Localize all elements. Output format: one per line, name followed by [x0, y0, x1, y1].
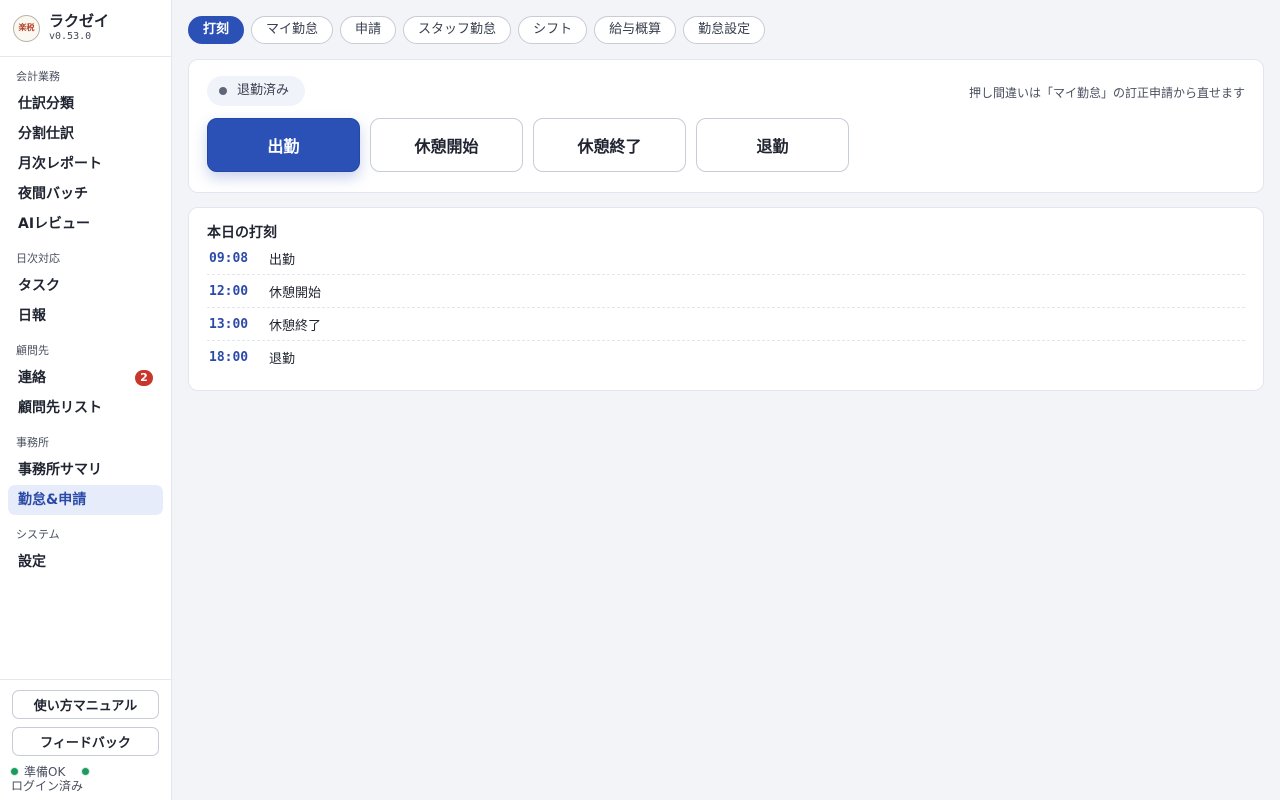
- sidebar-footer: 使い方マニュアル フィードバック 準備OK ログイン済み: [0, 679, 171, 800]
- sidebar-item-settings[interactable]: 設定: [8, 547, 163, 577]
- sidebar-item-monthly-report[interactable]: 月次レポート: [8, 149, 163, 179]
- login-status: ログイン済み: [11, 779, 84, 793]
- nav-section-system: システム: [16, 528, 60, 541]
- break-start-button[interactable]: 休憩開始: [370, 118, 523, 172]
- sidebar-item-office-summary[interactable]: 事務所サマリ: [8, 455, 163, 485]
- tab-punch[interactable]: 打刻: [188, 16, 245, 44]
- tab-payroll-estimate[interactable]: 給与概算: [594, 16, 677, 44]
- log-list: 09:08 出勤 12:00 休憩開始 13:00 休憩終了 18:00 退勤: [207, 242, 1245, 374]
- list-item: 13:00 休憩終了: [207, 308, 1245, 341]
- log-time: 12:00: [209, 283, 249, 299]
- today-log-card: 本日の打刻 09:08 出勤 12:00 休憩開始 13:00 休憩終了 18:…: [188, 207, 1264, 391]
- connection-ok-icon: [81, 766, 91, 776]
- feedback-button[interactable]: フィードバック: [12, 727, 159, 756]
- status-dot-icon: [219, 87, 227, 95]
- attendance-tabs: 打刻 マイ勤怠 申請 スタッフ勤怠 シフト 給与概算 勤怠設定: [188, 16, 766, 44]
- sidebar-nav: 会計業務 仕訳分類 分割仕訳 月次レポート 夜間バッチ AIレビュー 日次対応 …: [0, 65, 171, 577]
- nav-section-accounting: 会計業務: [16, 70, 60, 83]
- sidebar-item-journal-classify[interactable]: 仕訳分類: [8, 89, 163, 119]
- sidebar-item-tasks[interactable]: タスク: [8, 271, 163, 301]
- correction-hint: 押し間違いは「マイ勤怠」の訂正申請から直せます: [968, 86, 1245, 100]
- manual-button[interactable]: 使い方マニュアル: [12, 690, 159, 719]
- ready-status: 準備OK: [10, 764, 159, 779]
- list-item: 12:00 休憩開始: [207, 275, 1245, 308]
- unread-badge: 2: [135, 370, 153, 386]
- tab-shift[interactable]: シフト: [518, 16, 588, 44]
- nav-section-office: 事務所: [16, 436, 49, 449]
- sidebar-item-client-list[interactable]: 顧問先リスト: [8, 393, 163, 423]
- brand-header[interactable]: 楽税 ラクゼイ v0.53.0: [0, 0, 171, 57]
- punch-card: 退勤済み 押し間違いは「マイ勤怠」の訂正申請から直せます 出勤 休憩開始 休憩終…: [188, 59, 1264, 193]
- break-end-button[interactable]: 休憩終了: [533, 118, 686, 172]
- log-label: 休憩終了: [269, 318, 322, 334]
- clock-in-button[interactable]: 出勤: [207, 118, 360, 172]
- log-label: 退勤: [269, 352, 296, 367]
- log-time: 18:00: [209, 350, 249, 365]
- list-item: 09:08 出勤: [207, 242, 1245, 275]
- sidebar-item-daily-report[interactable]: 日報: [8, 301, 163, 331]
- log-time: 09:08: [209, 250, 249, 266]
- brand-name: ラクゼイ: [49, 12, 110, 30]
- log-time: 13:00: [209, 316, 249, 332]
- status-ok-icon: [10, 766, 19, 776]
- sidebar-item-attendance[interactable]: 勤怠&申請: [8, 485, 163, 515]
- sidebar-item-nightly-batch[interactable]: 夜間バッチ: [8, 179, 163, 209]
- clock-out-button[interactable]: 退勤: [696, 118, 849, 172]
- log-label: 出勤: [269, 252, 296, 268]
- tab-my-attendance[interactable]: マイ勤怠: [251, 16, 334, 44]
- list-item: 18:00 退勤: [207, 341, 1245, 374]
- nav-section-daily: 日次対応: [16, 252, 60, 265]
- punch-buttons: 出勤 休憩開始 休憩終了 退勤: [207, 118, 849, 172]
- sidebar: 楽税 ラクゼイ v0.53.0 会計業務 仕訳分類 分割仕訳 月次レポート 夜間…: [0, 0, 172, 800]
- tab-attendance-settings[interactable]: 勤怠設定: [683, 16, 766, 44]
- main-content: 打刻 マイ勤怠 申請 スタッフ勤怠 シフト 給与概算 勤怠設定 退勤済み 押し間…: [172, 0, 1280, 800]
- nav-section-clients: 顧問先: [16, 344, 49, 357]
- logo-icon: 楽税: [13, 14, 40, 42]
- tab-staff-attendance[interactable]: スタッフ勤怠: [403, 16, 512, 44]
- sidebar-item-split-journal[interactable]: 分割仕訳: [8, 119, 163, 149]
- app-version: v0.53.0: [49, 31, 92, 42]
- status-badge: 退勤済み: [207, 76, 306, 106]
- tab-requests[interactable]: 申請: [340, 16, 397, 44]
- log-title: 本日の打刻: [207, 225, 277, 241]
- sidebar-item-contact[interactable]: 連絡 2: [8, 363, 163, 393]
- sidebar-item-ai-review[interactable]: AIレビュー: [8, 209, 163, 239]
- log-label: 休憩開始: [269, 285, 322, 301]
